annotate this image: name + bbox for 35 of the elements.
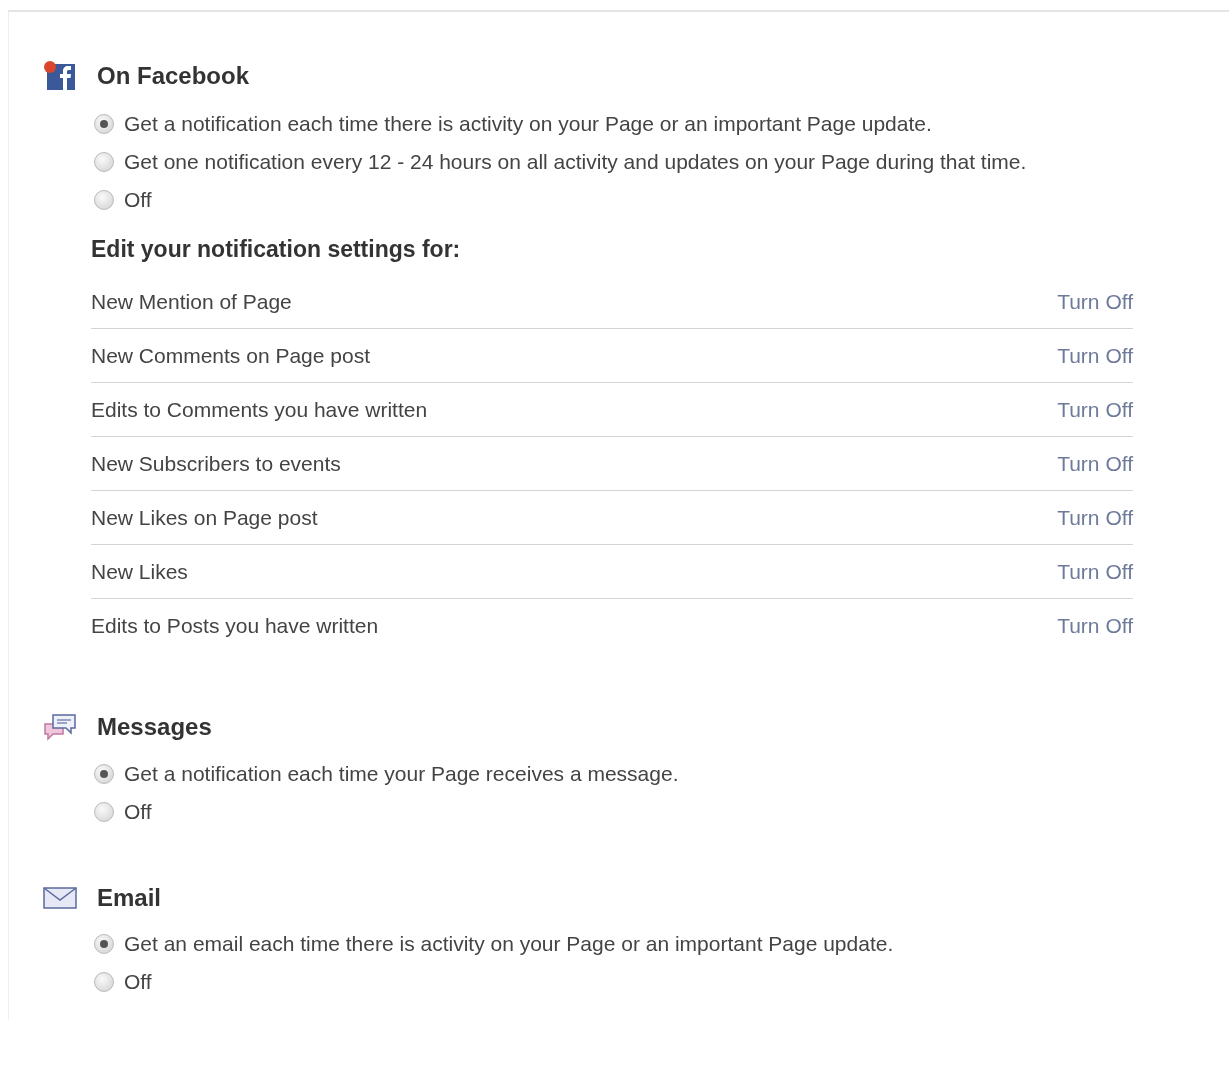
radio-button[interactable]	[94, 114, 114, 134]
envelope-icon	[43, 886, 77, 910]
chat-bubbles-icon	[43, 712, 77, 742]
turn-off-link[interactable]: Turn Off	[1057, 559, 1133, 584]
radio-button[interactable]	[94, 152, 114, 172]
setting-label: New Likes on Page post	[91, 505, 318, 530]
setting-label: Edits to Posts you have written	[91, 613, 379, 638]
radio-button[interactable]	[94, 802, 114, 822]
option-label: Off	[124, 188, 152, 212]
setting-label: New Likes	[91, 559, 188, 584]
turn-off-link[interactable]: Turn Off	[1057, 397, 1133, 422]
turn-off-link[interactable]: Turn Off	[1057, 451, 1133, 476]
option-label: Off	[124, 970, 152, 994]
option-label: Get a notification each time your Page receives a message.	[124, 762, 679, 786]
turn-off-link[interactable]: Turn Off	[1057, 289, 1133, 314]
radio-button[interactable]	[94, 190, 114, 210]
turn-off-link[interactable]: Turn Off	[1057, 613, 1133, 638]
turn-off-link[interactable]: Turn Off	[1057, 343, 1133, 368]
setting-label: New Comments on Page post	[91, 343, 370, 368]
section-title: Messages	[97, 713, 212, 741]
option-label: Get an email each time there is activity on your Page or an important Page update.	[124, 932, 894, 956]
radio-button[interactable]	[94, 934, 114, 954]
settings-heading: Edit your notification settings for:	[91, 236, 462, 263]
section-title: On Facebook	[97, 62, 250, 90]
section-title: Email	[97, 884, 162, 912]
setting-label: New Mention of Page	[91, 289, 292, 314]
radio-button[interactable]	[94, 972, 114, 992]
radio-button[interactable]	[94, 764, 114, 784]
option-label: Get a notification each time there is activity on your Page or an important Page update.	[124, 112, 932, 136]
setting-label: New Subscribers to events	[91, 451, 341, 476]
turn-off-link[interactable]: Turn Off	[1057, 505, 1133, 530]
facebook-notification-icon	[43, 60, 77, 92]
setting-label: Edits to Comments you have written	[91, 397, 428, 422]
option-label: Off	[124, 800, 152, 824]
option-label: Get one notification every 12 - 24 hours on all activity and updates on your Page during that time.	[124, 150, 1027, 174]
